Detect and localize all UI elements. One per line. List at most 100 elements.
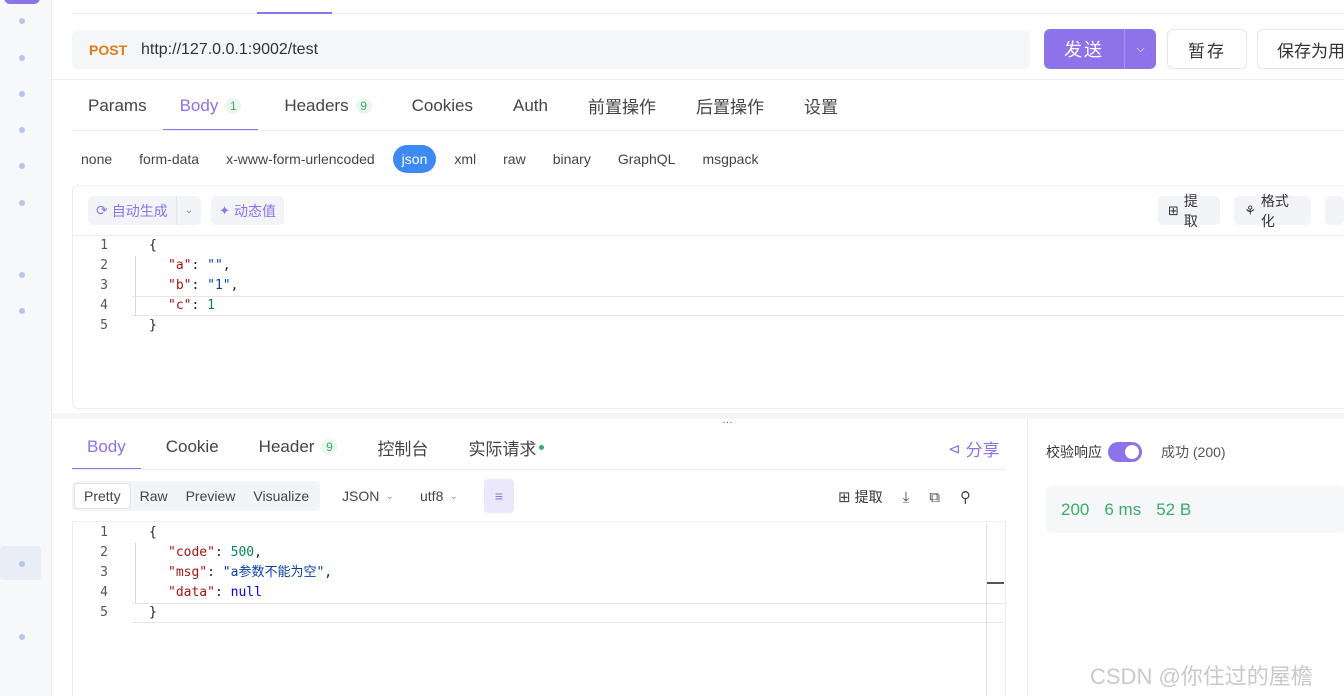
line-number: 2 — [100, 545, 108, 560]
open-tab-indicator — [257, 12, 332, 14]
tab-cookies[interactable]: Cookies — [392, 80, 493, 131]
search-icon[interactable]: ⚲ — [960, 488, 971, 506]
view-raw[interactable]: Raw — [131, 483, 177, 509]
verify-response-row: 校验响应 成功 (200) — [1046, 442, 1226, 462]
copy-icon[interactable]: ⧉ — [929, 489, 940, 506]
url-input[interactable]: http://127.0.0.1:9002/test — [141, 41, 318, 59]
body-type-json[interactable]: json — [392, 145, 437, 173]
verify-status: 成功 (200) — [1161, 444, 1226, 460]
sidebar-item-dot[interactable] — [19, 634, 25, 640]
tab-label: Header — [258, 437, 315, 456]
tab-label: Cookies — [411, 95, 474, 115]
resp-tab-console[interactable]: 控制台 — [357, 424, 448, 470]
body-type-graphql[interactable]: GraphQL — [609, 145, 685, 173]
sidebar-item-dot[interactable] — [19, 163, 25, 169]
tab-headers[interactable]: Headers 9 — [258, 80, 391, 131]
tab-auth[interactable]: Auth — [493, 80, 568, 131]
method-select[interactable]: POST — [89, 42, 137, 58]
resp-tab-body[interactable]: Body — [72, 424, 141, 470]
tab-settings[interactable]: 设置 — [784, 80, 858, 131]
count-badge: 1 — [225, 97, 242, 114]
verify-toggle[interactable] — [1108, 442, 1142, 462]
resp-tab-cookie[interactable]: Cookie — [141, 424, 239, 470]
response-tabs: Body Cookie Header 9 控制台 实际请求 — [72, 424, 564, 470]
wrap-lines-button[interactable]: ≡ — [484, 479, 514, 513]
send-options-chevron-down-icon[interactable]: ⌵ — [1125, 43, 1156, 56]
sidebar-item-dot[interactable] — [19, 200, 25, 206]
line-number: 1 — [100, 238, 108, 253]
code-text: { — [149, 238, 157, 253]
view-visualize[interactable]: Visualize — [244, 483, 318, 509]
tab-params[interactable]: Params — [72, 80, 163, 131]
url-bar[interactable]: POST http://127.0.0.1:9002/test — [72, 30, 1030, 69]
chevron-down-icon: ⌄ — [385, 490, 394, 502]
editor-toolbar: ⟳ 自动生成 ⌄ ✦ 动态值 — [88, 196, 285, 225]
sidebar-active-indicator — [4, 0, 40, 4]
share-button[interactable]: ⊲ 分享 — [948, 436, 1000, 461]
tab-post-request[interactable]: 后置操作 — [676, 80, 784, 131]
body-type-binary[interactable]: binary — [544, 145, 600, 173]
scrollbar-thumb[interactable] — [987, 582, 1004, 584]
status-dot — [539, 444, 545, 450]
sidebar-item-dot[interactable] — [19, 272, 25, 278]
view-mode-segment: Pretty Raw Preview Visualize — [72, 481, 321, 511]
sidebar-item-dot[interactable] — [19, 91, 25, 97]
tab-label: Body — [87, 437, 126, 456]
body-type-xml[interactable]: xml — [445, 145, 485, 173]
body-type-none[interactable]: none — [72, 145, 121, 173]
tab-pre-request[interactable]: 前置操作 — [568, 80, 676, 131]
share-label: 分享 — [965, 441, 1000, 460]
extract-button[interactable]: ⊞ 提取 — [1158, 193, 1221, 229]
sidebar-item-dot[interactable] — [19, 127, 25, 133]
body-type-selector: none form-data x-www-form-urlencoded jso… — [72, 145, 776, 173]
dynamic-value-button[interactable]: ✦ 动态值 — [211, 196, 285, 225]
view-pretty[interactable]: Pretty — [74, 483, 131, 509]
indent-guide — [135, 543, 136, 603]
send-button[interactable]: 发送 — [1044, 36, 1124, 62]
json-key: "b" — [168, 278, 192, 293]
tab-label: Headers — [284, 95, 349, 115]
app-window: POST http://127.0.0.1:9002/test 发送 ⌵ 暂存 … — [0, 0, 1344, 696]
json-string: "1" — [207, 278, 231, 293]
sidebar-item-dot[interactable] — [19, 308, 25, 314]
resp-tab-actual-request[interactable]: 实际请求 — [448, 424, 564, 470]
auto-generate-button[interactable]: ⟳ 自动生成 — [88, 196, 176, 225]
json-key: "msg" — [168, 565, 208, 580]
json-colon: : — [191, 298, 208, 313]
resp-tab-header[interactable]: Header 9 — [239, 424, 358, 470]
sidebar-item-dot[interactable] — [19, 561, 25, 567]
chevron-down-icon[interactable]: ⌄ — [177, 196, 201, 225]
sidebar-item-dot[interactable] — [19, 55, 25, 61]
body-type-form-data[interactable]: form-data — [130, 145, 208, 173]
format-button[interactable]: ⚘ 格式化 — [1234, 193, 1311, 229]
body-type-raw[interactable]: raw — [494, 145, 535, 173]
tab-label: 前置操作 — [588, 98, 656, 117]
download-icon[interactable]: ⤓ — [903, 489, 910, 506]
save-temp-button[interactable]: 暂存 — [1167, 29, 1247, 69]
refresh-icon: ⟳ — [96, 202, 108, 218]
left-sidebar — [0, 0, 52, 696]
resp-extract-button[interactable]: ⊞ 提取 — [838, 487, 883, 507]
encoding-select[interactable]: utf8 ⌄ — [420, 488, 458, 504]
format-icon: ⚘ — [1244, 202, 1256, 218]
status-code: 200 — [1061, 499, 1090, 519]
view-preview[interactable]: Preview — [177, 483, 245, 509]
extract-icon: ⊞ — [1168, 202, 1179, 218]
format-select-value: JSON — [342, 488, 380, 504]
save-as-button[interactable]: 保存为用 — [1257, 29, 1344, 69]
body-type-urlencoded[interactable]: x-www-form-urlencoded — [217, 145, 384, 173]
body-type-msgpack[interactable]: msgpack — [693, 145, 767, 173]
json-comma: , — [324, 565, 333, 580]
json-number: 500 — [230, 545, 255, 560]
code-text: "code": 500, — [168, 543, 262, 563]
sidebar-item-dot[interactable] — [19, 18, 25, 24]
tab-body[interactable]: Body 1 — [162, 80, 259, 131]
code-text: } — [149, 605, 157, 620]
splitter-grip-icon[interactable]: … — [722, 414, 734, 426]
format-select[interactable]: JSON ⌄ — [342, 488, 394, 504]
response-scrollbar[interactable] — [986, 523, 987, 696]
count-badge: 9 — [321, 439, 338, 455]
send-button-group: 发送 ⌵ — [1044, 29, 1156, 69]
more-tools-button[interactable] — [1324, 196, 1344, 225]
response-tools: ⊞ 提取 ⤓ ⧉ ⚲ — [838, 487, 971, 507]
